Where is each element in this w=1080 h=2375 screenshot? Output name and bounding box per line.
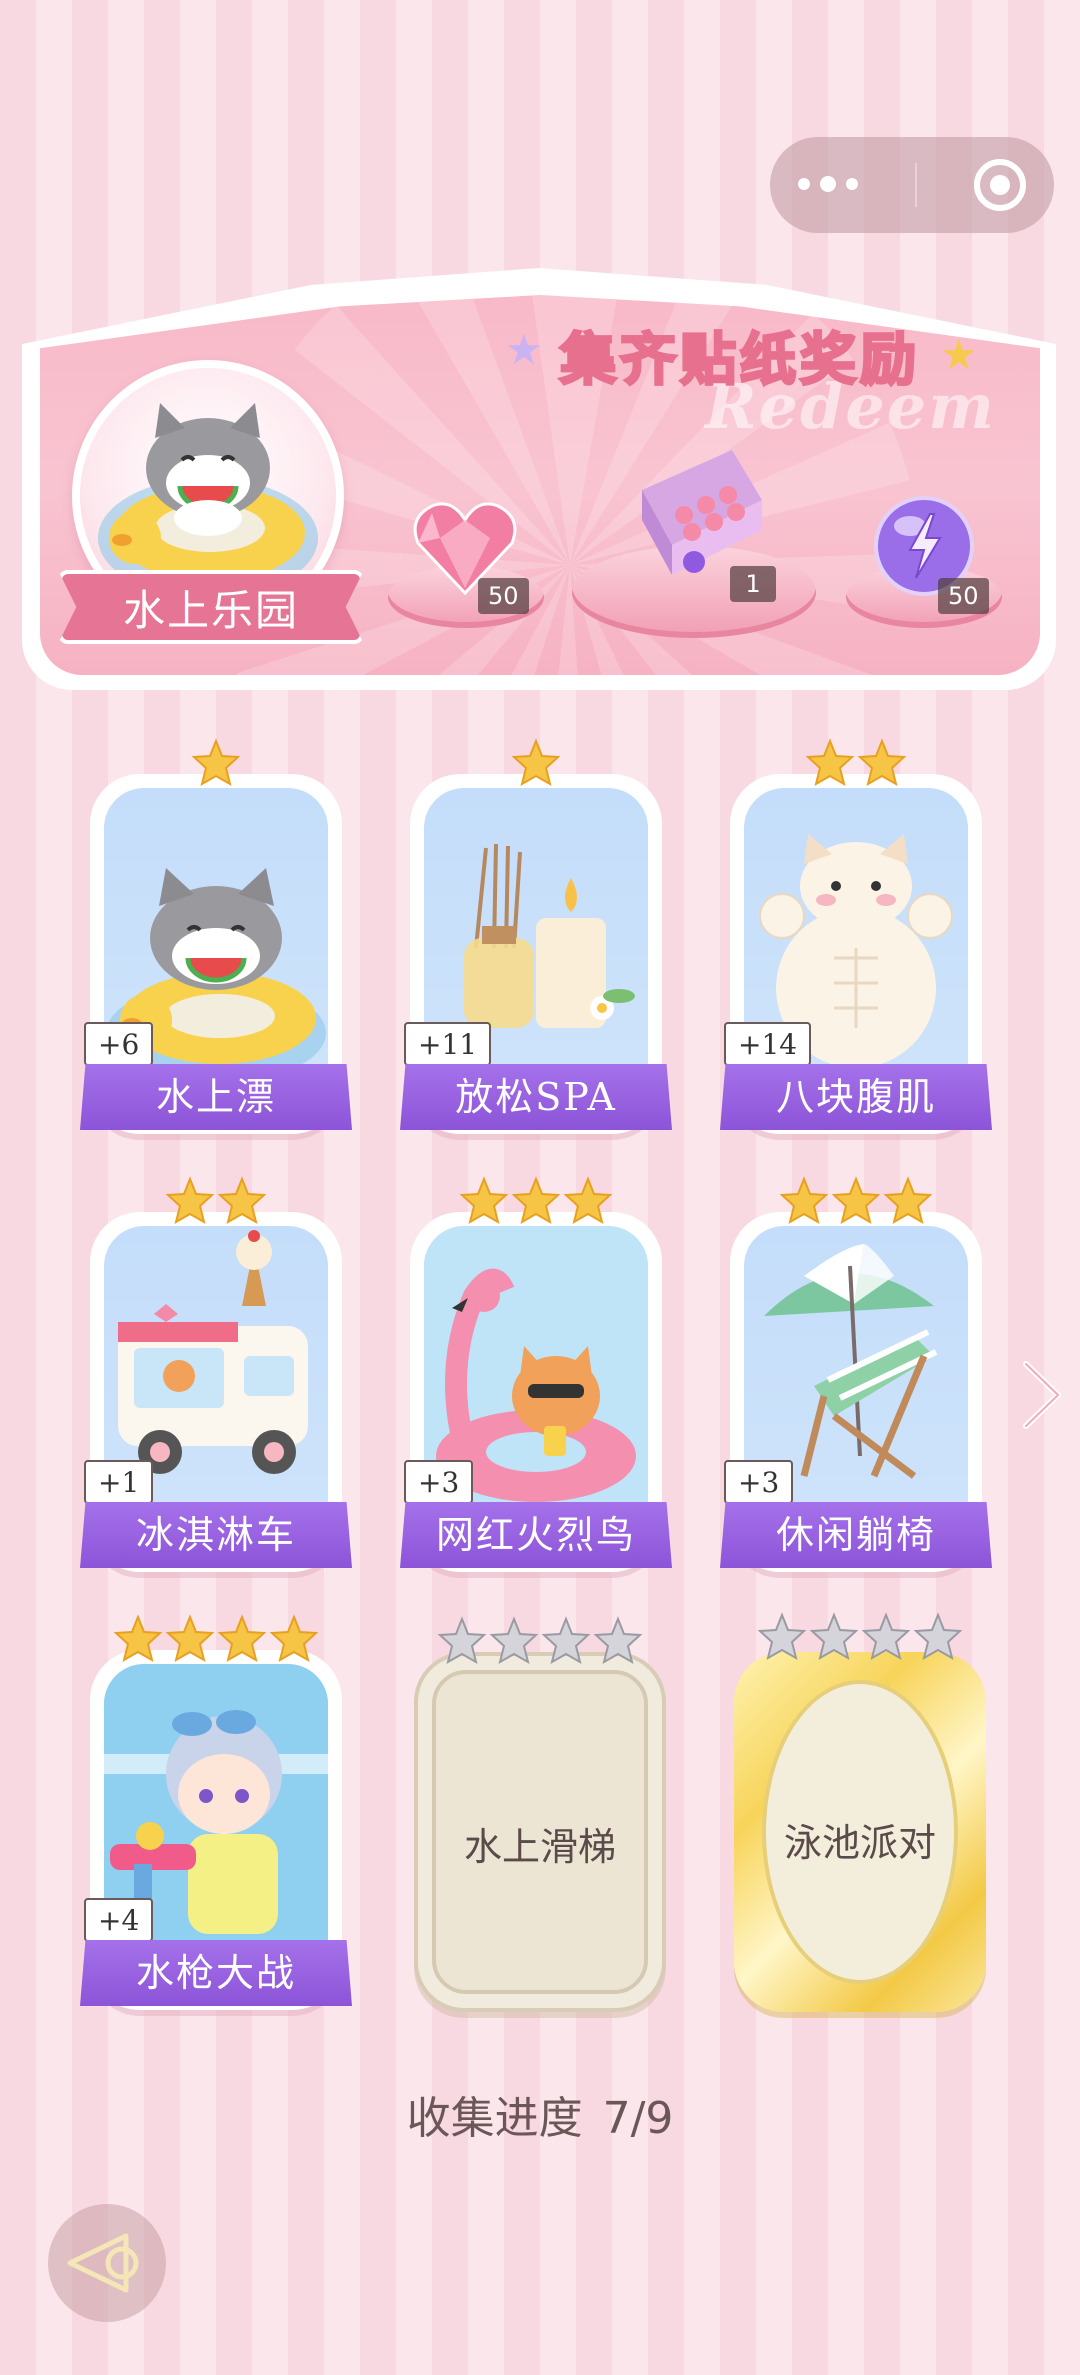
gold-star-icon [191,738,241,787]
mini-program-capsule [770,137,1054,233]
sticker-card[interactable]: +1 冰淇淋车 [80,1176,352,1572]
sticker-name: 水上滑梯 [463,1825,616,1869]
gold-star-icon [113,1614,163,1663]
gold-star-icon [883,1176,933,1225]
reward-count: 1 [730,566,776,602]
sticker-card[interactable]: +14 八块腹肌 [720,738,992,1134]
sticker-name: 水枪大战 [80,1940,352,2006]
progress-value: 7/9 [602,2093,674,2144]
silver-star-icon [757,1612,807,1661]
bonus-badge: +3 [404,1460,474,1504]
gold-star-icon [511,738,561,787]
purple-star-icon: ★ [505,325,543,374]
gold-star-icon [779,1176,829,1225]
star-rating [418,1616,662,1666]
progress-label: 收集进度 [406,2093,583,2144]
more-menu-icon[interactable] [798,176,859,192]
sticker-name: 八块腹肌 [720,1064,992,1130]
locked-sticker-card[interactable]: 水上滑梯 [414,1616,666,2012]
bonus-badge: +14 [724,1022,812,1066]
sticker-card[interactable]: +3 网红火烈鸟 [400,1176,672,1572]
sticker-name: 泳池派对 [783,1821,936,1865]
gold-star-icon [269,1614,319,1663]
star-rating [730,1176,982,1226]
silver-star-icon [913,1612,963,1661]
star-rating [730,738,982,788]
sticker-name: 网红火烈鸟 [400,1502,672,1568]
silver-star-icon [541,1616,591,1665]
bonus-badge: +11 [404,1022,492,1066]
sticker-card[interactable]: +6 水上漂 [80,738,352,1134]
bonus-badge: +3 [724,1460,794,1504]
reward-count: 50 [478,578,529,614]
sticker-name: 水上漂 [80,1064,352,1130]
yellow-star-icon: ★ [940,330,978,379]
bonus-badge: +1 [84,1460,154,1504]
bonus-badge: +6 [84,1022,154,1066]
star-rating [90,1614,342,1664]
bonus-badge: +4 [84,1898,154,1942]
capsule-divider [914,163,917,207]
collection-progress: 收集进度 7/9 [0,2082,1080,2146]
silver-star-icon [593,1616,643,1665]
gift-box-icon [642,450,762,575]
gold-star-icon [165,1614,215,1663]
sticker-card[interactable]: +11 放松SPA [400,738,672,1134]
gold-star-icon [511,1176,561,1225]
gold-star-icon [459,1176,509,1225]
silver-star-icon [489,1616,539,1665]
album-title-label: 水上乐园 [58,570,364,644]
sticker-name: 放松SPA [400,1064,672,1130]
silver-star-icon [861,1612,911,1661]
back-arrow-icon [67,2233,139,2293]
reward-count: 50 [938,578,989,614]
close-program-icon[interactable] [973,159,1026,211]
sticker-name: 冰淇淋车 [80,1502,352,1568]
star-rating [90,1176,342,1226]
gold-star-icon [217,1614,267,1663]
silver-star-icon [809,1612,859,1661]
star-rating [734,1612,986,1662]
star-rating [90,738,342,788]
star-rating [410,1176,662,1226]
locked-sticker-card[interactable]: 泳池派对 [734,1612,986,2012]
silver-star-icon [437,1616,487,1665]
sticker-card[interactable]: +4 水枪大战 [80,1614,352,2010]
gold-star-icon [165,1176,215,1225]
sticker-card[interactable]: +3 休闲躺椅 [720,1176,992,1572]
gold-star-icon [563,1176,613,1225]
back-button[interactable] [48,2204,166,2322]
chevron-right-icon[interactable] [1020,1360,1064,1430]
gold-star-icon [857,738,907,787]
sticker-name: 休闲躺椅 [720,1502,992,1568]
star-rating [410,738,662,788]
gold-star-icon [831,1176,881,1225]
gold-star-icon [217,1176,267,1225]
gold-star-icon [805,738,855,787]
banner-title: 集齐贴纸奖励 [559,326,920,395]
